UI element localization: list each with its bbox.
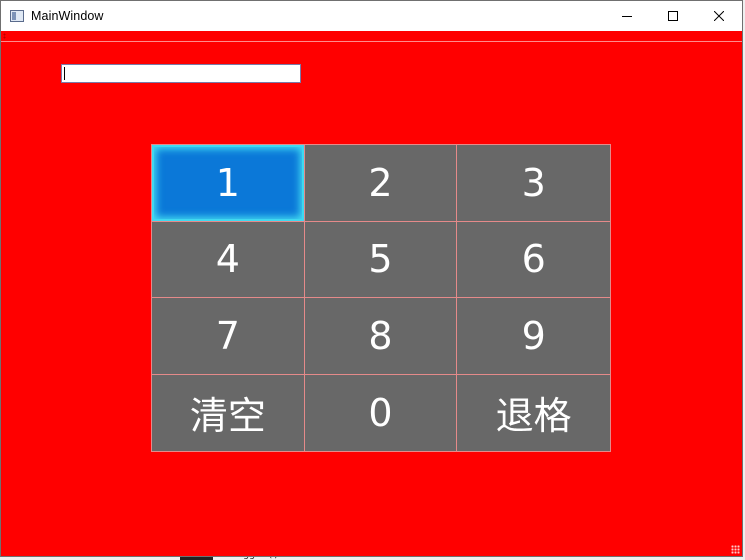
key-0-button[interactable]: 0 [304, 374, 458, 451]
window-controls [604, 1, 742, 31]
key-5-button[interactable]: 5 [304, 221, 458, 298]
close-icon [714, 11, 724, 21]
text-caret [64, 67, 65, 80]
key-9-button[interactable]: 9 [457, 298, 610, 375]
minimize-icon [622, 16, 632, 17]
key-8-button[interactable]: 8 [304, 298, 458, 375]
key-2-button[interactable]: 2 [304, 145, 458, 222]
window-title: MainWindow [31, 9, 104, 23]
key-3-button[interactable]: 3 [457, 145, 610, 222]
key-4-button[interactable]: 4 [152, 221, 305, 298]
resize-grip[interactable] [731, 545, 740, 554]
number-input[interactable] [61, 64, 301, 83]
maximize-button[interactable] [650, 1, 696, 31]
clear-button[interactable]: 清空 [152, 374, 305, 451]
backspace-button[interactable]: 退格 [457, 374, 610, 451]
minimize-button[interactable] [604, 1, 650, 31]
close-button[interactable] [696, 1, 742, 31]
corner-grip-dots [3, 33, 6, 39]
maximize-icon [668, 11, 678, 21]
client-area: 1 2 3 4 5 6 7 8 9 清空 0 退格 [1, 31, 742, 556]
keypad: 1 2 3 4 5 6 7 8 9 清空 0 退格 [151, 144, 611, 452]
app-icon [10, 10, 24, 22]
main-window: MainWindow 1 2 3 4 5 6 7 8 9 清空 0 退格 [0, 0, 743, 557]
title-bar[interactable]: MainWindow [1, 1, 742, 31]
top-divider [1, 41, 742, 42]
key-7-button[interactable]: 7 [152, 298, 305, 375]
key-6-button[interactable]: 6 [457, 221, 610, 298]
key-1-button[interactable]: 1 [152, 145, 305, 222]
